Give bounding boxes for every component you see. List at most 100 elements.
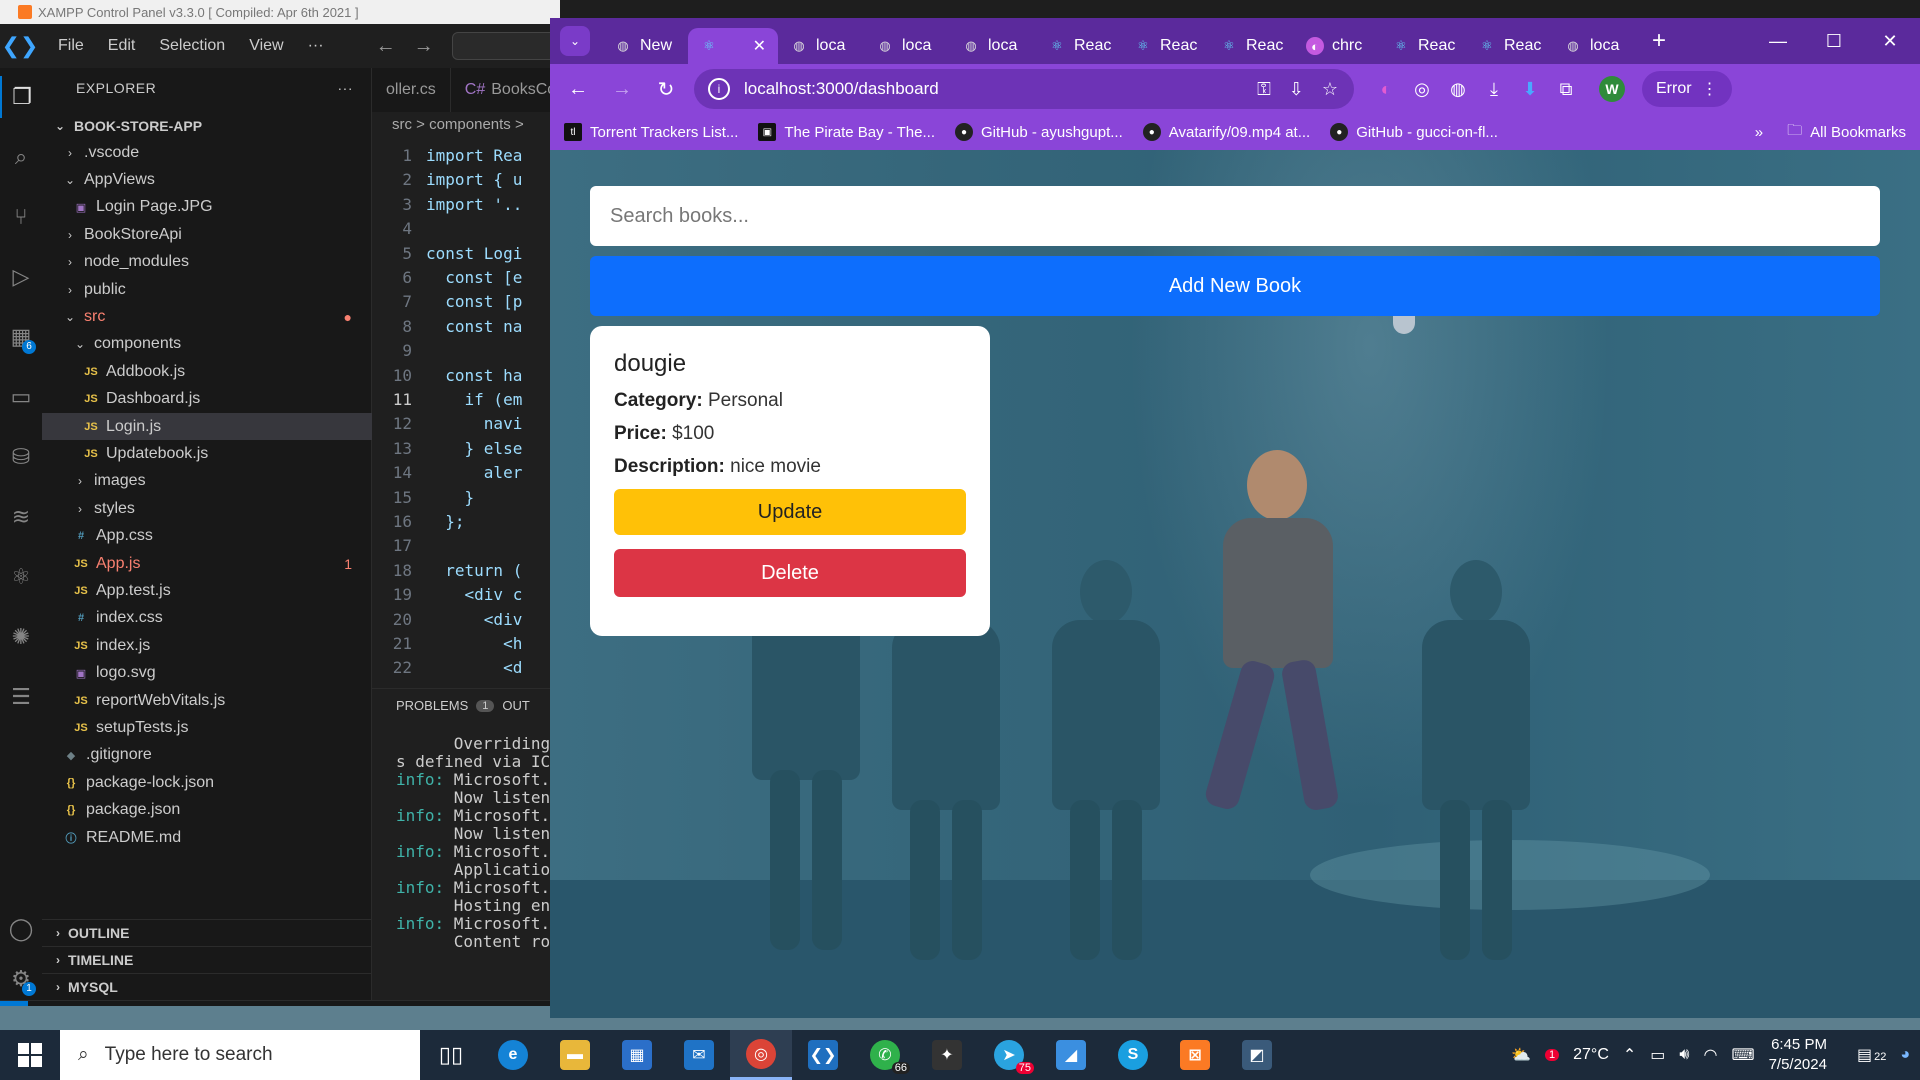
react-icon[interactable]: ⚛ [0, 556, 42, 598]
whatsapp-icon[interactable]: ✆ 66 [854, 1030, 916, 1080]
openai-icon[interactable]: ✺ [0, 616, 42, 658]
tree-file[interactable]: JS Addbook.js [42, 358, 372, 385]
battery-icon[interactable]: ▭ [1650, 1045, 1665, 1065]
tree-file[interactable]: ▣ logo.svg [42, 660, 372, 687]
tree-file[interactable]: {} package.json [42, 797, 372, 824]
browser-tab[interactable]: ◍ loca [778, 28, 864, 64]
reload-icon[interactable]: ↻ [644, 69, 688, 109]
browser-tab[interactable]: ◍ New [602, 28, 688, 64]
tree-folder[interactable]: ⌄ AppViews [42, 166, 372, 193]
password-key-icon[interactable]: ⚿ [1257, 79, 1271, 100]
extension-icon[interactable]: ◐ [1368, 69, 1404, 109]
tree-folder[interactable]: ⌄ components [42, 331, 372, 358]
browser-tab[interactable]: ⚛ Reac [1208, 28, 1294, 64]
mysql-section[interactable]: › MYSQL [42, 973, 372, 1000]
tree-file[interactable]: ▣ Login Page.JPG [42, 194, 372, 221]
browser-tab[interactable]: ⚛ Reac [1122, 28, 1208, 64]
command-center[interactable] [451, 32, 560, 60]
menu-more[interactable]: ··· [296, 37, 336, 55]
tree-file[interactable]: JS setupTests.js [42, 714, 372, 741]
extensions-icon[interactable]: ▦ 6 [0, 316, 42, 358]
xampp-window-title[interactable]: XAMPP Control Panel v3.3.0 [ Compiled: A… [0, 0, 560, 24]
tree-folder[interactable]: › .vscode [42, 139, 372, 166]
taskbar-search[interactable]: ⌕ Type here to search [60, 1030, 420, 1080]
browser-tab[interactable]: ◐ chrc [1294, 28, 1380, 64]
project-root[interactable]: ⌄ BOOK-STORE-APP [42, 112, 372, 139]
tree-folder[interactable]: › public [42, 276, 372, 303]
timeline-section[interactable]: › TIMELINE [42, 946, 372, 973]
error-menu-button[interactable]: Error ⋮ [1642, 71, 1732, 107]
back-icon[interactable]: ← [556, 69, 600, 109]
timeline-icon[interactable]: ☰ [0, 676, 42, 718]
tree-folder[interactable]: ⌄ src ● [42, 303, 372, 330]
extensions-puzzle-icon[interactable]: ⧉ [1548, 69, 1584, 109]
color-extension-icon[interactable]: ◍ [1440, 69, 1476, 109]
forward-arrow-icon[interactable]: → [414, 35, 434, 58]
profile-avatar[interactable]: W [1594, 69, 1630, 109]
tree-folder[interactable]: › BookStoreApi [42, 221, 372, 248]
menu-selection[interactable]: Selection [147, 37, 237, 55]
new-tab-icon[interactable]: + [1652, 27, 1666, 55]
microsoft-store-icon[interactable]: ▦ [606, 1030, 668, 1080]
tab-search-icon[interactable]: ⌄ [560, 26, 590, 56]
telegram-icon[interactable]: ➤ 75 [978, 1030, 1040, 1080]
wifi-icon[interactable]: ◠ [1704, 1045, 1718, 1065]
account-icon[interactable]: ◯ [0, 908, 42, 950]
browser-tab[interactable]: ⚛ Reac [1466, 28, 1552, 64]
delete-button[interactable]: Delete [614, 549, 966, 597]
tree-folder[interactable]: › images [42, 468, 372, 495]
output-tab[interactable]: OUT [502, 698, 529, 713]
browser-tab[interactable]: ⚛ Reac [1380, 28, 1466, 64]
bookmark-item[interactable]: ▣ The Pirate Bay - The... [758, 123, 935, 141]
notifications-icon[interactable]: ▤ 22 [1857, 1045, 1886, 1065]
source-control-icon[interactable]: ⑂ [0, 196, 42, 238]
problems-tab[interactable]: PROBLEMS [396, 698, 468, 713]
bookmark-item[interactable]: tl Torrent Trackers List... [564, 123, 738, 141]
bookmark-item[interactable]: ● Avatarify/09.mp4 at... [1142, 123, 1310, 141]
skype-icon[interactable]: S [1102, 1030, 1164, 1080]
breadcrumb[interactable]: src > components > [372, 112, 560, 136]
bookmark-item[interactable]: ● GitHub - gucci-on-fl... [1330, 123, 1498, 141]
figma-icon[interactable]: ✦ [916, 1030, 978, 1080]
file-explorer-icon[interactable]: ▬ [544, 1030, 606, 1080]
remote-explorer-icon[interactable]: ▭ [0, 376, 42, 418]
chevron-up-icon[interactable]: ⌃ [1623, 1045, 1636, 1065]
address-bar[interactable]: i localhost:3000/dashboard ⚿ ⇩ ☆ [694, 69, 1354, 109]
tree-file[interactable]: JS App.test.js [42, 577, 372, 604]
layers-icon[interactable]: ≋ [0, 496, 42, 538]
bookmark-item[interactable]: ● GitHub - ayushgupt... [955, 123, 1123, 141]
app-icon[interactable]: ◢ [1040, 1030, 1102, 1080]
editor-tab[interactable]: oller.cs [372, 68, 451, 112]
browser-tab[interactable]: ⚛ ✕ [688, 28, 778, 64]
add-new-book-button[interactable]: Add New Book [590, 256, 1880, 316]
downloads-icon[interactable]: ⬇ [1512, 69, 1548, 109]
weather-icon[interactable]: ⛅ [1511, 1045, 1531, 1065]
browser-tab[interactable]: ◍ loca [1552, 28, 1638, 64]
close-window-icon[interactable]: ✕ [1862, 18, 1918, 64]
xampp-taskbar-icon[interactable]: ⊠ [1164, 1030, 1226, 1080]
tree-file[interactable]: {} package-lock.json [42, 769, 372, 796]
sql-server-icon[interactable]: ◩ [1226, 1030, 1288, 1080]
chrome-extension-icon[interactable]: ◎ [1404, 69, 1440, 109]
browser-tab[interactable]: ◍ loca [950, 28, 1036, 64]
tree-file[interactable]: # App.css [42, 523, 372, 550]
forward-icon[interactable]: → [600, 69, 644, 109]
minimize-icon[interactable]: — [1750, 18, 1806, 64]
copilot-icon[interactable]: ◕ [1900, 1046, 1910, 1064]
clock[interactable]: 6:45 PM 7/5/2024 [1769, 1035, 1827, 1075]
run-debug-icon[interactable]: ▷ [0, 256, 42, 298]
maximize-icon[interactable]: ☐ [1806, 18, 1862, 64]
update-button[interactable]: Update [614, 489, 966, 535]
more-actions-icon[interactable]: ··· [338, 80, 354, 96]
tree-file[interactable]: JS Login.js [42, 413, 372, 440]
database-icon[interactable]: ⛁ [0, 436, 42, 478]
tree-file[interactable]: JS Dashboard.js [42, 386, 372, 413]
start-button[interactable] [0, 1030, 60, 1080]
browser-tab[interactable]: ◍ loca [864, 28, 950, 64]
site-info-icon[interactable]: i [708, 78, 730, 100]
menu-edit[interactable]: Edit [96, 37, 148, 55]
menu-file[interactable]: File [46, 37, 96, 55]
task-view-icon[interactable]: ▯▯ [420, 1030, 482, 1080]
tree-file[interactable]: # index.css [42, 605, 372, 632]
bookmark-star-icon[interactable]: ☆ [1322, 79, 1338, 100]
